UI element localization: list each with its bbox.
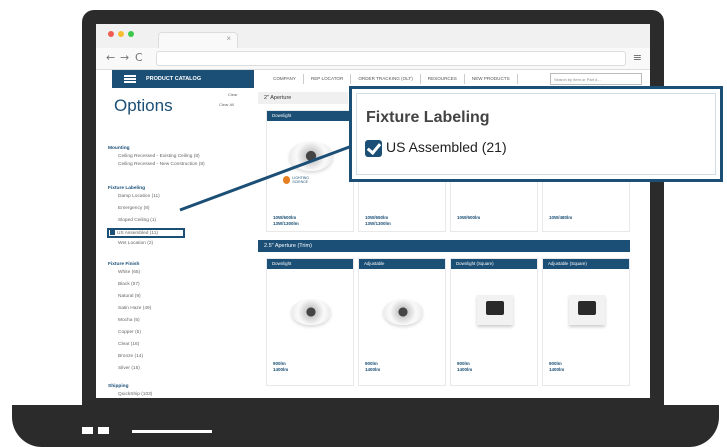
browser-titlebar: × [96, 24, 650, 48]
filter-item[interactable]: Ceiling Recessed - New Construction (8) [118, 162, 205, 167]
callout-inner [356, 93, 716, 175]
filter-item[interactable]: Damp Location (11) [118, 194, 160, 199]
callout-label: US Assembled (21) [386, 139, 507, 155]
nav-link-resources[interactable]: RESOURCES [421, 74, 465, 84]
card-spec: 900lm 1400lm [365, 361, 381, 372]
address-row: ← → C ≡ [96, 48, 650, 70]
card-label: Adjustable (Square) [543, 259, 629, 269]
nav-link-new-products[interactable]: NEW PRODUCTS [465, 74, 518, 84]
filter-item[interactable]: Bronze (14) [118, 354, 143, 359]
back-arrow-icon[interactable]: ← [106, 51, 115, 64]
callout-title: Fixture Labeling [366, 109, 490, 126]
browser-screen: × ← → C ≡ PRODUCT CATALOG COMPANY REP LO… [96, 24, 650, 398]
base-dot [98, 427, 109, 434]
filter-item[interactable]: Black (57) [118, 282, 140, 287]
filter-heading-finish: Fixture Finish [108, 262, 140, 267]
checkbox-checked-icon[interactable] [365, 140, 382, 157]
filter-item[interactable]: Copper (5) [118, 330, 141, 335]
product-card[interactable]: Adjustable (Square) 900lm 1400lm [542, 258, 630, 386]
card-spec: 10W/600lm [457, 215, 481, 220]
card-spec: 900lm 1400lm [457, 361, 473, 372]
card-spec: 10W/600lm 13W/1300lm [273, 215, 299, 226]
nav-link-rep-locator[interactable]: REP LOCATOR [304, 74, 352, 84]
close-dot-icon[interactable] [108, 31, 114, 37]
filter-item[interactable]: Satin Haze (49) [118, 306, 151, 311]
nav-link-order-tracking[interactable]: ORDER TRACKING (OLT) [351, 74, 421, 84]
section-header-2-5in: 2.5" Aperture (Trim) [258, 240, 630, 252]
filter-heading-mounting: Mounting [108, 146, 130, 151]
maximize-dot-icon[interactable] [128, 31, 134, 37]
card-spec: 10W/480lm [549, 215, 573, 220]
filter-item[interactable]: Sloped Ceiling (1) [118, 218, 156, 223]
nav-link-company[interactable]: COMPANY [266, 74, 304, 84]
options-title: Options [114, 96, 173, 115]
logo-mark [283, 176, 291, 184]
section-header-2in: 2" Aperture [258, 92, 348, 104]
laptop-base [12, 405, 719, 447]
brand-logo: LIGHTING SCIENCE [283, 174, 323, 186]
card-spec: 900lm 1400lm [273, 361, 289, 372]
filter-item[interactable]: Silver (15) [118, 366, 140, 371]
forward-arrow-icon[interactable]: → [120, 51, 129, 64]
filter-item[interactable]: Wet Location (2) [118, 241, 153, 246]
filter-item[interactable]: QuickShip (103) [118, 392, 152, 397]
fixture-image [291, 299, 331, 325]
product-card[interactable]: Downlight (Square) 900lm 1400lm [450, 258, 538, 386]
card-spec: 10W/650lm 13W/1300lm [365, 215, 391, 226]
base-dot [82, 427, 93, 434]
filter-item[interactable]: Mocha (5) [118, 318, 140, 323]
hamburger-icon [124, 75, 136, 83]
card-label: Downlight [267, 111, 353, 121]
card-label: Downlight (Square) [451, 259, 537, 269]
product-card[interactable]: Downlight 900lm 1400lm [266, 258, 354, 386]
clear-link[interactable]: Clear [228, 92, 238, 97]
filter-heading-labeling: Fixture Labeling [108, 186, 146, 191]
card-spec: 900lm 1400lm [549, 361, 565, 372]
fixture-image [569, 295, 605, 325]
filter-item[interactable]: White (65) [118, 270, 140, 275]
address-bar[interactable] [156, 51, 626, 66]
filter-item-us-assembled[interactable]: US Assembled (11) [110, 230, 158, 236]
filter-item[interactable]: Clear (16) [118, 342, 139, 347]
fixture-image [383, 299, 423, 325]
checkbox-checked-icon[interactable] [110, 230, 115, 235]
minimize-dot-icon[interactable] [118, 31, 124, 37]
product-catalog-button[interactable]: PRODUCT CATALOG [112, 70, 254, 88]
fixture-image [289, 141, 333, 171]
browser-menu-icon[interactable]: ≡ [633, 51, 642, 64]
reload-icon[interactable]: C [135, 51, 143, 64]
fixture-image [477, 295, 513, 325]
card-label: Downlight [267, 259, 353, 269]
filter-item-label: US Assembled (11) [117, 230, 158, 236]
logo-text: LIGHTING SCIENCE [292, 176, 309, 184]
filter-item[interactable]: Emergency (8) [118, 206, 149, 211]
options-sidebar: Clear Clear All Options Mounting Ceiling… [106, 88, 242, 398]
browser-tab[interactable]: × [158, 32, 238, 48]
product-card[interactable]: Adjustable 900lm 1400lm [358, 258, 446, 386]
card-label: Adjustable [359, 259, 445, 269]
filter-item[interactable]: Natural (9) [118, 294, 141, 299]
tab-close-icon[interactable]: × [226, 34, 231, 43]
base-line [132, 430, 212, 433]
clear-all-link[interactable]: Clear All [219, 102, 234, 107]
site-search-input[interactable]: Search by Item or Part #... [550, 73, 642, 85]
catalog-label: PRODUCT CATALOG [146, 76, 202, 82]
product-card[interactable]: Downlight 10W/600lm 13W/1300lm [266, 110, 354, 232]
filter-heading-shipping: Shipping [108, 384, 129, 389]
zoom-callout: Fixture Labeling US Assembled (21) [349, 86, 723, 182]
filter-item[interactable]: Ceiling Recessed - Existing Ceiling (8) [118, 154, 200, 159]
